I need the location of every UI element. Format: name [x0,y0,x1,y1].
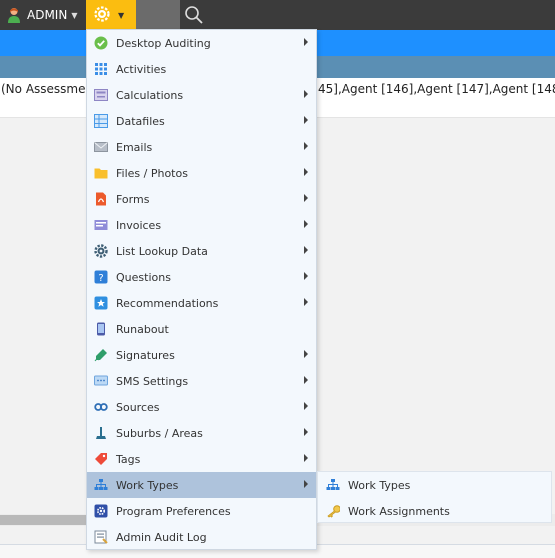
pdf-icon [94,192,108,206]
gear-icon [94,244,108,258]
submenu-item-label: Work Assignments [348,504,450,518]
question-icon: ? [94,270,108,284]
chat-icon [94,374,108,388]
hierarchy-icon [94,478,108,492]
menu-item-tags[interactable]: Tags [87,446,316,472]
admin-settings-menu: Desktop Auditing Activities Calculations… [86,29,317,550]
menu-item-label: Calculations [116,88,184,102]
calculator-icon [94,88,108,102]
grid-icon [94,62,108,76]
link-icon [94,400,108,414]
menu-item-sms-settings[interactable]: SMS Settings [87,368,316,394]
submenu-arrow-icon [304,428,308,436]
menu-item-signatures[interactable]: Signatures [87,342,316,368]
menu-item-label: Sources [116,400,160,414]
menu-item-label: Recommendations [116,296,219,310]
menu-item-invoices[interactable]: Invoices [87,212,316,238]
pin-icon [94,426,108,440]
menu-item-label: Work Types [116,478,179,492]
menu-item-questions[interactable]: ? Questions [87,264,316,290]
menu-item-label: Admin Audit Log [116,530,207,544]
submenu-arrow-icon [304,38,308,46]
tag-icon [94,452,108,466]
menu-item-label: Desktop Auditing [116,36,211,50]
menu-item-label: SMS Settings [116,374,189,388]
gear-icon [94,5,110,25]
menu-item-forms[interactable]: Forms [87,186,316,212]
svg-text:?: ? [98,273,103,284]
settings-icon [94,504,108,518]
submenu-arrow-icon [304,246,308,254]
submenu-arrow-icon [304,480,308,488]
log-icon [94,530,108,544]
menu-item-suburbs-areas[interactable]: Suburbs / Areas [87,420,316,446]
menu-item-label: Program Preferences [116,504,231,518]
menu-item-emails[interactable]: Emails [87,134,316,160]
menu-item-activities[interactable]: Activities [87,56,316,82]
scrollbar-thumb[interactable] [0,515,100,525]
menu-item-recommendations[interactable]: Recommendations [87,290,316,316]
submenu-arrow-icon [304,90,308,98]
menu-item-program-preferences[interactable]: Program Preferences [87,498,316,524]
submenu-arrow-icon [304,220,308,228]
admin-label: ADMIN [27,8,68,22]
work-types-submenu: Work Types Work Assignments [317,471,552,523]
toolbar-slot [136,0,180,30]
menu-item-admin-audit-log[interactable]: Admin Audit Log [87,524,316,550]
menu-item-runabout[interactable]: Runabout [87,316,316,342]
row-text-left: (No Assessmen [1,82,94,96]
search-icon [185,6,203,24]
hierarchy-icon [326,478,340,492]
invoice-icon [94,218,108,232]
menu-item-label: Suburbs / Areas [116,426,203,440]
submenu-arrow-icon [304,168,308,176]
menu-item-label: Signatures [116,348,175,362]
menu-item-label: Datafiles [116,114,165,128]
star-icon [94,296,108,310]
submenu-arrow-icon [304,272,308,280]
submenu-arrow-icon [304,376,308,384]
menu-item-label: Emails [116,140,153,154]
menu-item-label: Runabout [116,322,169,336]
search-button[interactable] [184,5,204,25]
envelope-icon [94,140,108,154]
menu-item-calculations[interactable]: Calculations [87,82,316,108]
menu-item-label: Files / Photos [116,166,188,180]
menu-item-label: List Lookup Data [116,244,208,258]
menu-item-list-lookup-data[interactable]: List Lookup Data [87,238,316,264]
menu-item-label: Invoices [116,218,162,232]
submenu-arrow-icon [304,142,308,150]
check-circle-icon [94,36,108,50]
caret-down-icon: ▼ [118,10,125,20]
submenu-arrow-icon [304,116,308,124]
submenu-item-work-types[interactable]: Work Types [318,472,551,498]
folder-icon [94,166,108,180]
settings-menu-button[interactable]: ▼ [86,0,136,30]
row-text-right: 45],Agent [146],Agent [147],Agent [148], [318,82,555,96]
pen-icon [94,348,108,362]
menu-item-sources[interactable]: Sources [87,394,316,420]
submenu-arrow-icon [304,350,308,358]
caret-down-icon: ▼ [71,10,78,20]
submenu-arrow-icon [304,298,308,306]
menu-item-work-types[interactable]: Work Types [87,472,316,498]
admin-user-menu-button[interactable]: ADMIN ▼ [0,0,86,30]
submenu-item-work-assignments[interactable]: Work Assignments [318,498,551,524]
menu-item-label: Questions [116,270,171,284]
submenu-arrow-icon [304,402,308,410]
submenu-arrow-icon [304,194,308,202]
key-icon [326,504,340,518]
menu-item-label: Activities [116,62,167,76]
menu-item-files-photos[interactable]: Files / Photos [87,160,316,186]
menu-item-desktop-auditing[interactable]: Desktop Auditing [87,30,316,56]
menu-item-label: Tags [116,452,141,466]
menu-item-datafiles[interactable]: Datafiles [87,108,316,134]
user-icon [7,7,21,23]
submenu-arrow-icon [304,454,308,462]
menu-item-label: Forms [116,192,150,206]
submenu-item-label: Work Types [348,478,411,492]
table-icon [94,114,108,128]
mobile-icon [94,322,108,336]
